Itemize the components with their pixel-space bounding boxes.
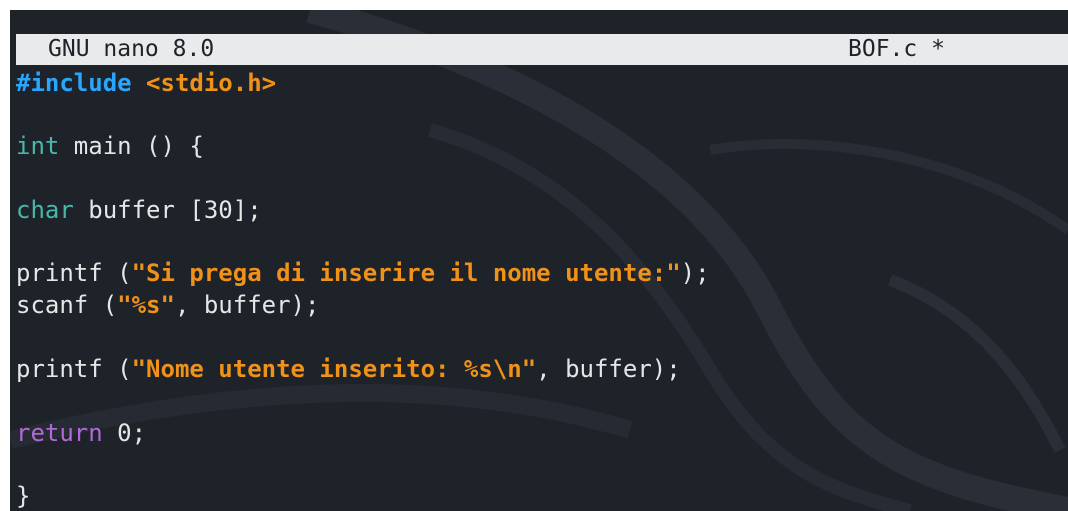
call-close: ); bbox=[680, 259, 710, 287]
include-directive: #include bbox=[16, 69, 132, 97]
code-line-include[interactable]: #include <stdio.h> bbox=[16, 67, 276, 99]
code-line-close-brace[interactable]: } bbox=[16, 480, 30, 511]
nano-title-bar: GNU nano 8.0 BOF.c * bbox=[16, 34, 1068, 65]
scanf-call: scanf ( bbox=[16, 291, 118, 319]
string-literal: "Nome utente inserito: %s\n" bbox=[131, 355, 537, 383]
call-args: , buffer); bbox=[174, 291, 320, 319]
string-literal: "%s" bbox=[117, 291, 175, 319]
call-args: , buffer); bbox=[536, 355, 681, 383]
code-line-printf-result[interactable]: printf ("Nome utente inserito: %s\n", bu… bbox=[16, 353, 681, 385]
type-keyword: char bbox=[16, 196, 74, 224]
code-line-printf-prompt[interactable]: printf ("Si prega di inserire il nome ut… bbox=[16, 257, 710, 289]
printf-call: printf ( bbox=[16, 355, 132, 383]
return-value: 0; bbox=[102, 419, 147, 447]
string-literal: "Si prega di inserire il nome utente:" bbox=[131, 259, 681, 287]
code-line-scanf[interactable]: scanf ("%s", buffer); bbox=[16, 289, 319, 321]
return-keyword: return bbox=[16, 419, 103, 447]
code-line-main[interactable]: int main () { bbox=[16, 130, 204, 162]
printf-call: printf ( bbox=[16, 259, 132, 287]
main-signature: main () { bbox=[59, 132, 204, 160]
closing-brace: } bbox=[16, 482, 31, 510]
type-keyword: int bbox=[16, 132, 60, 160]
include-header: <stdio.h> bbox=[146, 69, 277, 97]
buffer-declaration: buffer [30]; bbox=[73, 196, 262, 224]
file-name-modified: BOF.c * bbox=[848, 36, 945, 62]
code-line-buffer-decl[interactable]: char buffer [30]; bbox=[16, 194, 262, 226]
editor-name: GNU nano 8.0 bbox=[48, 36, 215, 62]
code-line-return[interactable]: return 0; bbox=[16, 417, 146, 449]
terminal-window[interactable]: GNU nano 8.0 BOF.c * #include <stdio.h> … bbox=[10, 10, 1068, 511]
